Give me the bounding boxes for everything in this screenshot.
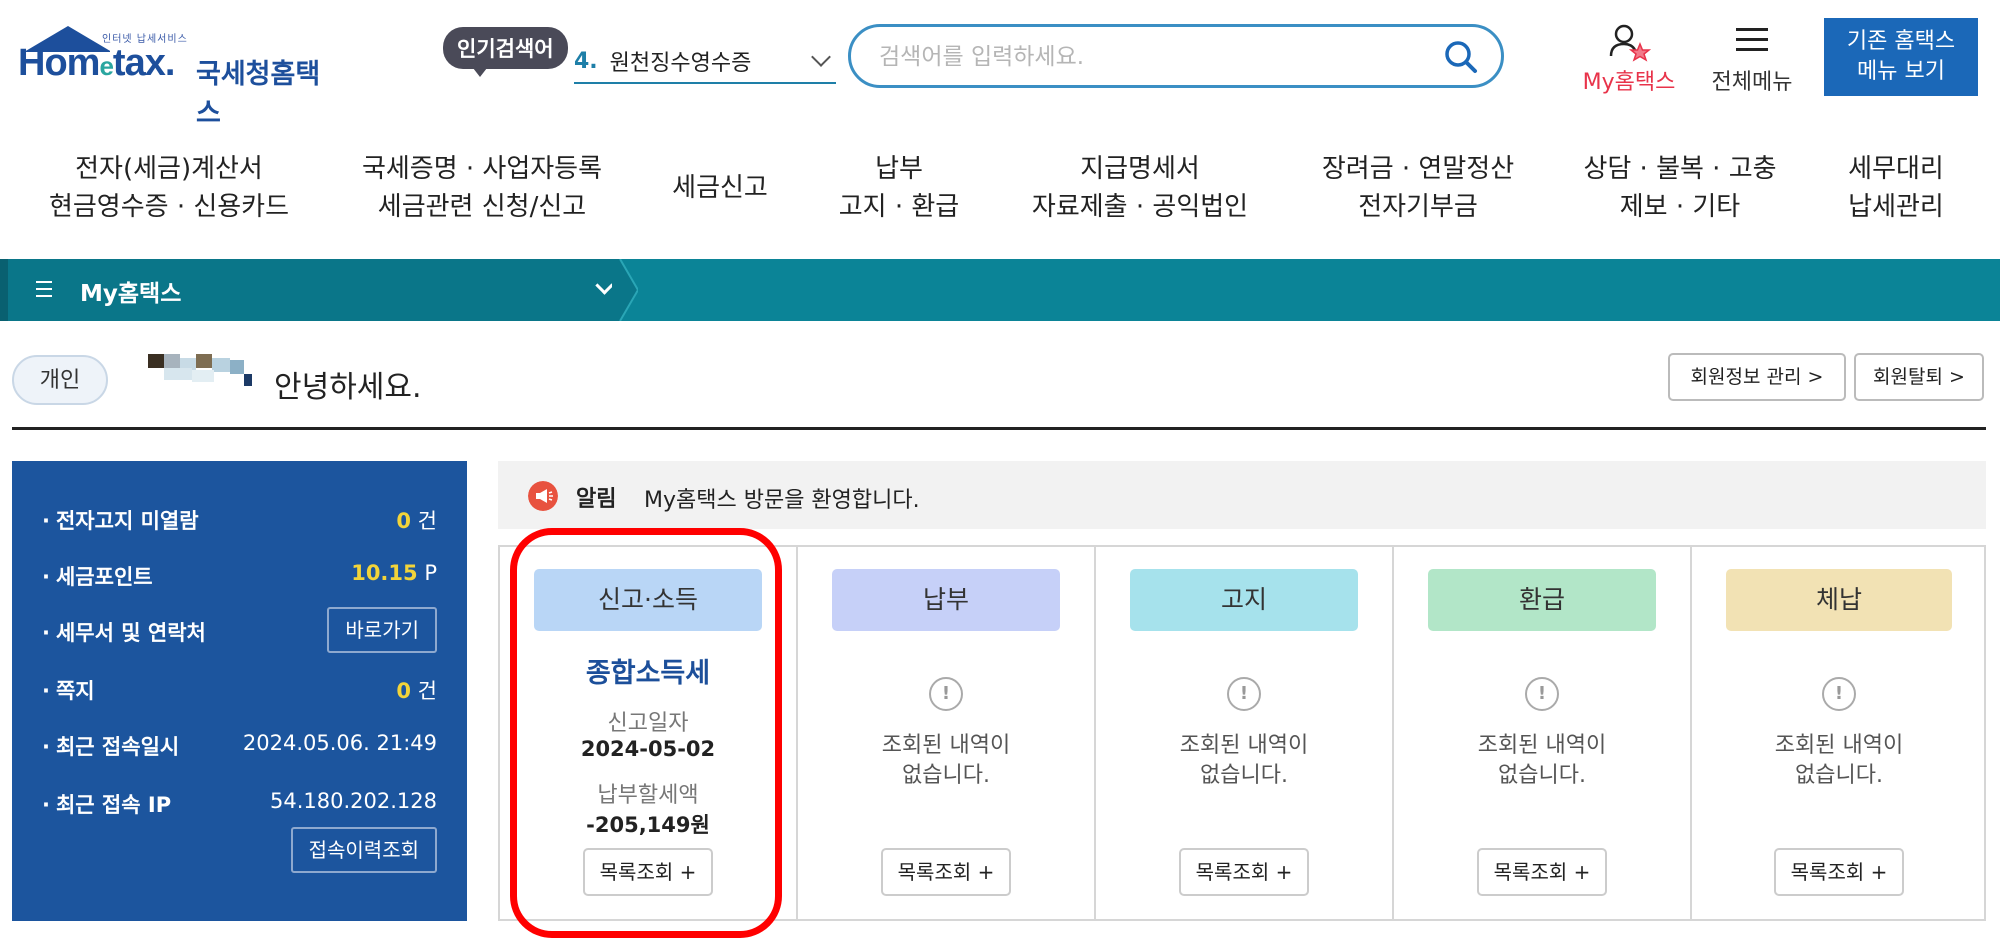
- legacy-menu-line1: 기존 홈택스: [1846, 29, 1956, 54]
- legacy-menu-line2: 메뉴 보기: [1857, 59, 1945, 84]
- nav-item-tax-agent[interactable]: 세무대리 납세관리: [1836, 150, 1956, 226]
- card-payment: 납부 ! 조회된 내역이 없습니다. 목록조회 +: [798, 547, 1096, 919]
- divider-arrow: [612, 259, 638, 321]
- info-row-tax-points[interactable]: · 세금포인트 10.15 P: [42, 561, 437, 591]
- nav-item-e-invoice[interactable]: 전자(세금)계산서 현금영수증 · 신용카드: [44, 150, 294, 226]
- list-view-button[interactable]: 목록조회 +: [1477, 848, 1607, 896]
- card-refund: 환급 ! 조회된 내역이 없습니다. 목록조회 +: [1394, 547, 1692, 919]
- search-box: [848, 24, 1504, 88]
- chevron-down-icon: [811, 47, 831, 67]
- info-icon: !: [1525, 677, 1559, 711]
- empty-message: 조회된 내역이 없습니다.: [1477, 733, 1607, 788]
- go-button[interactable]: 바로가기: [327, 607, 437, 653]
- nav-item-payment[interactable]: 납부 고지 · 환급: [824, 150, 974, 226]
- logo-wordmark: Hometax.: [18, 42, 175, 84]
- empty-message: 조회된 내역이 없습니다.: [881, 733, 1011, 788]
- card-notice: 고지 ! 조회된 내역이 없습니다. 목록조회 +: [1096, 547, 1394, 919]
- hamburger-icon: [1736, 28, 1768, 58]
- info-icon: !: [929, 677, 963, 711]
- info-row-last-login: · 최근 접속일시 2024.05.06. 21:49: [42, 731, 437, 759]
- greeting-text: 안녕하세요.: [274, 370, 422, 405]
- redacted-username: [148, 354, 252, 386]
- menu-icon: [36, 281, 52, 302]
- nav-item-counseling[interactable]: 상담 · 불복 · 고충 제보 · 기타: [1576, 150, 1784, 226]
- card-title: 환급: [1428, 569, 1656, 631]
- divider: [12, 427, 1986, 430]
- hometax-logo[interactable]: 인터넷 납세서비스 Hometax. 국세청홈택스: [14, 20, 344, 129]
- search-icon[interactable]: [1443, 39, 1479, 75]
- section-title: My홈택스: [80, 281, 182, 307]
- megaphone-icon: [528, 481, 558, 511]
- full-menu-button[interactable]: 전체메뉴: [1700, 20, 1804, 95]
- main-navigation: 전자(세금)계산서 현금영수증 · 신용카드 국세증명 · 사업자등록 세금관련 신…: [0, 140, 2000, 240]
- popular-search-badge: 인기검색어: [443, 27, 568, 77]
- list-view-button[interactable]: 목록조회 +: [881, 848, 1011, 896]
- withdraw-button[interactable]: 회원탈퇴 >: [1854, 353, 1984, 401]
- card-title: 납부: [832, 569, 1060, 631]
- keyword-text: 원천징수영수증: [609, 51, 752, 76]
- notice-label: 알림: [576, 487, 617, 512]
- user-star-icon: [1609, 24, 1652, 62]
- card-title: 고지: [1130, 569, 1358, 631]
- empty-message: 조회된 내역이 없습니다.: [1179, 733, 1309, 788]
- info-row-tax-office: · 세무서 및 연락처 바로가기: [42, 607, 437, 653]
- popular-keyword-select[interactable]: 4. 원천징수영수증: [574, 40, 836, 84]
- my-hometax-label: My홈택스: [1582, 70, 1676, 95]
- logo-korean-name: 국세청홈택스: [196, 59, 321, 129]
- info-panel: · 전자고지 미열람 0 건 · 세금포인트 10.15 P · 세무서 및 연락처 …: [12, 461, 467, 921]
- info-icon: !: [1822, 677, 1856, 711]
- chevron-down-icon: [595, 276, 614, 295]
- user-type-badge: 개인: [12, 355, 108, 405]
- notice-bar: 알림 My홈택스 방문을 환영합니다.: [498, 461, 1986, 529]
- card-title: 체납: [1726, 569, 1952, 631]
- search-input[interactable]: [877, 37, 1441, 77]
- section-menu-dropdown[interactable]: My홈택스: [0, 259, 620, 321]
- keyword-rank: 4.: [574, 48, 598, 74]
- legacy-menu-button[interactable]: 기존 홈택스 메뉴 보기: [1824, 18, 1978, 96]
- info-row-messages[interactable]: · 쪽지 0 건: [42, 675, 437, 705]
- access-history-button[interactable]: 접속이력조회: [290, 827, 437, 873]
- info-icon: !: [1227, 677, 1261, 711]
- nav-item-payment-statements[interactable]: 지급명세서 자료제출 · 공익법인: [1024, 150, 1256, 226]
- full-menu-label: 전체메뉴: [1711, 70, 1793, 95]
- my-hometax-button[interactable]: My홈택스: [1570, 20, 1688, 95]
- red-highlight-annotation: [510, 528, 782, 938]
- nav-item-incentives[interactable]: 장려금 · 연말정산 전자기부금: [1308, 150, 1528, 226]
- list-view-button[interactable]: 목록조회 +: [1774, 848, 1904, 896]
- info-row-unread-notices[interactable]: · 전자고지 미열람 0 건: [42, 505, 437, 535]
- empty-message: 조회된 내역이 없습니다.: [1774, 733, 1904, 788]
- section-bar: My홈택스: [0, 259, 2000, 321]
- notice-text: My홈택스 방문을 환영합니다.: [644, 488, 920, 513]
- member-info-button[interactable]: 회원정보 관리 >: [1668, 353, 1846, 401]
- nav-item-tax-return[interactable]: 세금신고: [660, 169, 780, 207]
- info-row-last-ip: · 최근 접속 IP 54.180.202.128: [42, 789, 437, 817]
- card-delinquency: 체납 ! 조회된 내역이 없습니다. 목록조회 +: [1692, 547, 1986, 919]
- nav-item-certificates[interactable]: 국세증명 · 사업자등록 세금관련 신청/신고: [352, 150, 612, 226]
- list-view-button[interactable]: 목록조회 +: [1179, 848, 1309, 896]
